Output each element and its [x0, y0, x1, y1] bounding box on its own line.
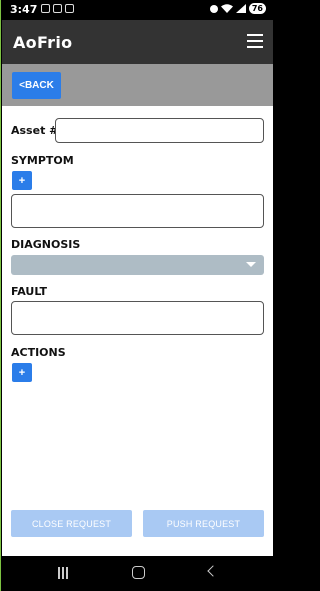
gallery-icon	[65, 4, 74, 13]
system-icons: 76	[209, 3, 266, 14]
asset-label: Asset #	[11, 124, 59, 137]
fault-input[interactable]	[11, 301, 264, 335]
add-symptom-button[interactable]: +	[12, 171, 32, 190]
actions-label: ACTIONS	[11, 346, 66, 359]
app-header: AoFrio	[2, 20, 273, 64]
toolbar-band: <BACK	[2, 64, 273, 106]
home-icon[interactable]	[132, 566, 145, 579]
menu-icon[interactable]	[247, 34, 263, 48]
app-logo: AoFrio	[13, 33, 73, 52]
status-bar: 3:47 76	[1, 0, 274, 20]
asset-input[interactable]	[55, 118, 264, 143]
notification-icons	[41, 4, 74, 13]
system-nav-bar	[1, 556, 274, 591]
back-button[interactable]: <BACK	[12, 72, 61, 99]
screenshot-icon	[41, 4, 50, 13]
cast-icon	[53, 4, 62, 13]
signal-icon	[235, 4, 246, 13]
chevron-down-icon	[246, 262, 256, 267]
symptom-label: SYMPTOM	[11, 154, 74, 167]
battery-indicator: 76	[248, 3, 266, 14]
diagnosis-label: DIAGNOSIS	[11, 238, 81, 251]
location-icon	[209, 4, 218, 13]
app-frame: 3:47 76 AoFrio <BACK Asset # SYMPTOM + D…	[0, 0, 274, 591]
diagnosis-select[interactable]	[11, 255, 264, 275]
close-request-button[interactable]: CLOSE REQUEST	[11, 510, 132, 537]
add-action-button[interactable]: +	[12, 363, 32, 382]
request-form: Asset # SYMPTOM + DIAGNOSIS FAULT ACTION…	[2, 106, 273, 556]
push-request-button[interactable]: PUSH REQUEST	[143, 510, 264, 537]
symptom-input[interactable]	[11, 194, 264, 228]
back-nav-icon[interactable]	[207, 565, 219, 577]
recent-apps-icon[interactable]	[58, 567, 68, 579]
status-time: 3:47	[10, 3, 38, 16]
fault-label: FAULT	[11, 285, 48, 298]
wifi-icon	[220, 4, 233, 13]
